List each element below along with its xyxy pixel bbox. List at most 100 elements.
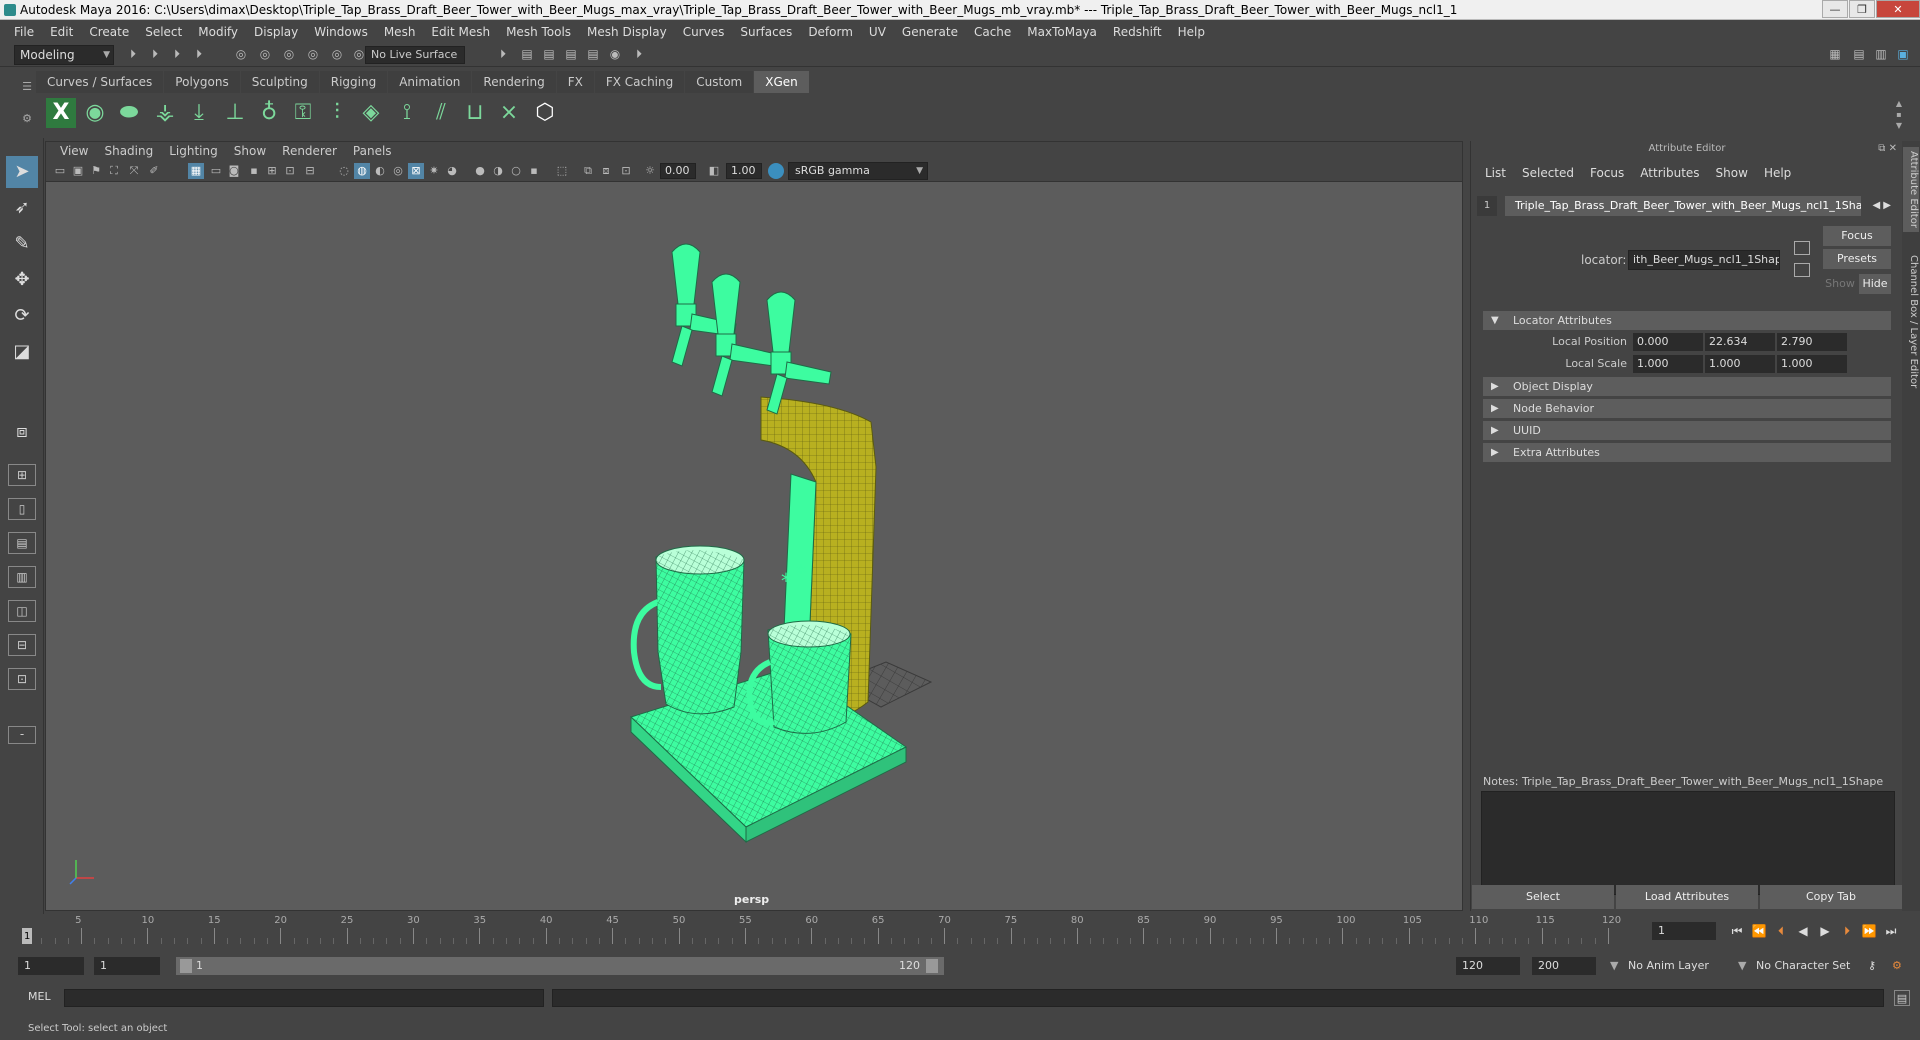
snap-grid-icon[interactable]: ◎: [306, 47, 320, 61]
hypershade-icon[interactable]: ◉: [608, 47, 622, 61]
depth-of-field-icon[interactable]: ▪: [526, 163, 542, 179]
vp-menu-show[interactable]: Show: [226, 142, 274, 160]
menu-windows[interactable]: Windows: [306, 21, 376, 43]
bookmark-icon[interactable]: ⚑: [88, 163, 104, 179]
menu-deform[interactable]: Deform: [800, 21, 861, 43]
gate-mask-icon[interactable]: ▪: [246, 163, 262, 179]
anti-aliasing-icon[interactable]: ○: [508, 163, 524, 179]
playback-start-field[interactable]: 1: [94, 957, 160, 975]
step-forward-frame-icon[interactable]: ⏩: [1858, 920, 1880, 942]
local-scale-z[interactable]: 1.000: [1777, 355, 1847, 373]
menu-modify[interactable]: Modify: [190, 21, 246, 43]
xgen-lock-guide-icon[interactable]: ⚿: [288, 98, 318, 128]
smooth-shade-icon[interactable]: ◍: [354, 163, 370, 179]
vp-menu-shading[interactable]: Shading: [96, 142, 161, 160]
film-gate-icon[interactable]: ▭: [208, 163, 224, 179]
motion-blur-icon[interactable]: ◑: [490, 163, 506, 179]
script-editor-icon[interactable]: ▤: [1894, 990, 1910, 1006]
xgen-layers-icon[interactable]: ◈: [356, 98, 386, 128]
panel-float-close-icon[interactable]: ⧉ ✕: [1878, 141, 1897, 157]
select-component-icon[interactable]: ◎: [282, 47, 296, 61]
shelf-settings-icon[interactable]: ⚙: [20, 103, 34, 135]
playback-end-field[interactable]: 120: [1456, 957, 1520, 975]
shelf-menu-icon[interactable]: ☰: [20, 71, 34, 103]
step-forward-key-icon[interactable]: ⏵: [1836, 920, 1858, 942]
section-object-display[interactable]: ▶ Object Display: [1483, 377, 1891, 396]
xgen-bend-icon[interactable]: ⫽: [426, 98, 456, 128]
presets-button[interactable]: Presets: [1823, 249, 1891, 269]
menu-display[interactable]: Display: [246, 21, 306, 43]
render-current-icon[interactable]: ▤: [542, 47, 556, 61]
select-button[interactable]: Select: [1472, 885, 1614, 909]
section-extra-attributes[interactable]: ▶ Extra Attributes: [1483, 443, 1891, 462]
anim-layer-select[interactable]: No Anim Layer: [1622, 957, 1730, 975]
shelf-handle[interactable]: ☰ ⚙: [20, 71, 34, 135]
shelf-tab-fx-caching[interactable]: FX Caching: [594, 71, 685, 93]
channel-box-toggle-icon[interactable]: ▤: [1852, 47, 1866, 61]
new-scene-icon[interactable]: ⏵: [148, 47, 162, 61]
wireframe-icon[interactable]: ◌: [336, 163, 352, 179]
default-material-icon[interactable]: ◐: [372, 163, 388, 179]
menu-cache[interactable]: Cache: [966, 21, 1019, 43]
chevron-down-icon[interactable]: ▼: [1732, 957, 1746, 975]
exposure-field[interactable]: 0.00: [660, 163, 696, 179]
layout-single-view-icon[interactable]: ▯: [8, 498, 36, 520]
ipr-render-icon[interactable]: ▤: [564, 47, 578, 61]
layout-outliner-icon[interactable]: ▤: [8, 532, 36, 554]
select-hierarchy-icon[interactable]: ◎: [234, 47, 248, 61]
select-object-icon[interactable]: ◎: [258, 47, 272, 61]
vp-menu-renderer[interactable]: Renderer: [274, 142, 345, 160]
screen-space-ao-icon[interactable]: ●: [472, 163, 488, 179]
section-node-behavior[interactable]: ▶ Node Behavior: [1483, 399, 1891, 418]
xgen-rotate-guide-icon[interactable]: ♁: [254, 98, 284, 128]
layout-two-vertical-icon[interactable]: ◫: [8, 600, 36, 622]
xgen-place-guides-icon[interactable]: ⚶: [150, 98, 180, 128]
lasso-tool-icon[interactable]: ➶: [6, 192, 38, 224]
move-tool-icon[interactable]: ✥: [6, 264, 38, 296]
xgen-interactive-groom-icon[interactable]: ⬡: [530, 98, 560, 128]
ae-menu-show[interactable]: Show: [1708, 163, 1756, 183]
xgen-sculpt-guides-icon[interactable]: ⤓: [184, 98, 214, 128]
gamma-field[interactable]: 1.00: [726, 163, 762, 179]
render-settings-icon[interactable]: ▤: [586, 47, 600, 61]
wireframe-on-shaded-icon[interactable]: ◎: [390, 163, 406, 179]
xgen-create-description-icon[interactable]: ⬬: [114, 98, 144, 128]
menu-mesh[interactable]: Mesh: [376, 21, 424, 43]
time-slider[interactable]: 5 10 15 20 25 30 35 40 45 50 55 60 65 70 75 80 85 90 95 100…: [20, 914, 1642, 944]
menu-file[interactable]: File: [6, 21, 42, 43]
last-tool-icon[interactable]: ⧈: [6, 416, 38, 448]
camera-attributes-icon[interactable]: ▣: [70, 163, 86, 179]
xray-components-icon[interactable]: ⧈: [598, 163, 614, 179]
xgen-delete-guide-icon[interactable]: ⨯: [494, 98, 524, 128]
animation-preferences-icon[interactable]: ⚙: [1886, 957, 1906, 975]
load-attributes-button[interactable]: Load Attributes: [1616, 885, 1758, 909]
auto-key-icon[interactable]: ⚷: [1862, 957, 1882, 975]
grid-toggle-icon[interactable]: ▦: [188, 163, 204, 179]
play-forwards-icon[interactable]: ▶: [1814, 920, 1836, 942]
goto-output-icon[interactable]: [1794, 263, 1810, 277]
local-position-y[interactable]: 22.634: [1705, 333, 1775, 351]
sidebar-toggle-icon[interactable]: ⏵: [632, 47, 646, 61]
tool-settings-toggle-icon[interactable]: ▥: [1874, 47, 1888, 61]
snap-curve-icon[interactable]: ◎: [330, 47, 344, 61]
paint-select-tool-icon[interactable]: ✎: [6, 228, 38, 260]
select-camera-icon[interactable]: ▭: [52, 163, 68, 179]
range-slider[interactable]: 1 120: [176, 957, 944, 975]
vp-menu-view[interactable]: View: [52, 142, 96, 160]
play-backwards-icon[interactable]: ◀: [1792, 920, 1814, 942]
view-transform-icon[interactable]: [768, 163, 784, 179]
show-button[interactable]: Show: [1823, 274, 1857, 294]
focus-button[interactable]: Focus: [1823, 226, 1891, 246]
use-all-lights-icon[interactable]: ✷: [426, 163, 442, 179]
range-end-handle[interactable]: [926, 959, 938, 973]
ae-menu-selected[interactable]: Selected: [1514, 163, 1582, 183]
layout-four-view-icon[interactable]: ⊞: [8, 464, 36, 486]
shelf-tab-animation[interactable]: Animation: [388, 71, 472, 93]
shelf-tab-rendering[interactable]: Rendering: [472, 71, 556, 93]
select-tool-icon[interactable]: ➤: [6, 156, 38, 188]
layout-custom-icon[interactable]: ⊡: [8, 668, 36, 690]
ae-menu-list[interactable]: List: [1477, 163, 1514, 183]
shelf-tab-xgen[interactable]: XGen: [754, 71, 809, 93]
maximize-button[interactable]: ❐: [1849, 0, 1875, 18]
resolution-gate-icon[interactable]: ◙: [226, 163, 242, 179]
